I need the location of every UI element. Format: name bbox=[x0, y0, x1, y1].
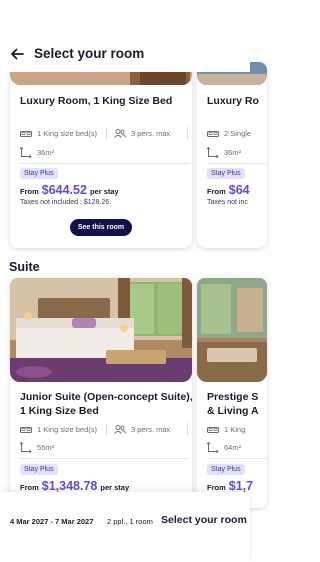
arrow-left-icon[interactable] bbox=[8, 45, 26, 63]
people-icon bbox=[114, 425, 126, 434]
from-label: From bbox=[20, 187, 39, 196]
room-card-luxury-twin[interactable]: Luxury Ro 2 Single 36m² Stay Plus From $… bbox=[197, 62, 267, 248]
bed-icon bbox=[20, 131, 32, 137]
separator bbox=[20, 163, 190, 164]
separator bbox=[207, 163, 267, 164]
room-photo bbox=[10, 278, 192, 382]
room-name: Luxury Room, 1 King Size Bed bbox=[20, 95, 173, 107]
stay-plus-badge: Stay Plus bbox=[207, 168, 245, 179]
room-name-line-2: & Living A bbox=[207, 405, 259, 417]
page-title: Select your room bbox=[34, 46, 145, 61]
room-name: Luxury Ro bbox=[207, 95, 259, 107]
people-icon bbox=[114, 129, 126, 138]
bed-label: 1 King size bed(s) bbox=[37, 425, 98, 434]
bed-label: 1 King bbox=[224, 425, 246, 434]
size-info: 64m² bbox=[207, 442, 241, 453]
room-card-luxury-king[interactable]: Luxury Room, 1 King Size Bed 1 King size… bbox=[10, 62, 192, 248]
bed-info: 1 King size bed(s) bbox=[20, 129, 97, 138]
bed-icon bbox=[20, 427, 32, 433]
size-info: 36m² bbox=[20, 147, 54, 158]
separator bbox=[20, 458, 190, 459]
bed-label: 1 King size bed(s) bbox=[37, 129, 98, 138]
size-label: 36m² bbox=[37, 148, 55, 157]
divider bbox=[106, 423, 107, 435]
taxes-note: Taxes not inc bbox=[207, 199, 248, 206]
price-row: From $64 bbox=[207, 183, 253, 197]
stay-plus-badge: Stay Plus bbox=[207, 464, 245, 475]
select-your-room-button[interactable]: Select your room bbox=[161, 514, 247, 526]
bed-info: 2 Single bbox=[207, 129, 251, 138]
from-label: From bbox=[207, 187, 226, 196]
size-label: 36m² bbox=[224, 148, 242, 157]
from-label: From bbox=[20, 483, 39, 492]
area-icon bbox=[207, 442, 219, 453]
see-this-room-button[interactable]: See this room bbox=[70, 219, 132, 236]
guests-label: 3 pers. max bbox=[131, 425, 171, 434]
section-title-suite: Suite bbox=[9, 260, 40, 274]
price-value: $1,7 bbox=[228, 479, 254, 493]
booking-summary-bar: 4 Mar 2027 - 7 Mar 2027 2 ppl., 1 room S… bbox=[0, 492, 250, 562]
size-label: 64m² bbox=[224, 443, 242, 452]
guests-info: 3 pers. max bbox=[114, 425, 170, 434]
price-row: From $644.52 per stay bbox=[20, 183, 119, 197]
divider bbox=[187, 423, 188, 435]
bed-label: 2 Single bbox=[224, 129, 252, 138]
room-card-prestige-suite[interactable]: Prestige S & Living A 1 King 64m² Stay P… bbox=[197, 278, 267, 508]
guests-rooms[interactable]: 2 ppl., 1 room bbox=[107, 517, 153, 526]
room-name-line-2: 1 King Size Bed bbox=[20, 405, 99, 417]
price-row: From $1,348.78 per stay bbox=[20, 479, 129, 493]
stay-plus-badge: Stay Plus bbox=[20, 464, 58, 475]
stay-plus-badge: Stay Plus bbox=[20, 168, 58, 179]
from-label: From bbox=[207, 483, 226, 492]
area-icon bbox=[20, 442, 32, 453]
size-info: 36m² bbox=[207, 147, 241, 158]
price-value: $644.52 bbox=[41, 183, 87, 197]
room-name-line-1: Prestige S bbox=[207, 391, 259, 403]
bed-icon bbox=[207, 427, 219, 433]
taxes-note: Taxes not included : $128.26. bbox=[20, 199, 112, 206]
room-photo bbox=[197, 278, 267, 382]
area-icon bbox=[20, 147, 32, 158]
bed-icon bbox=[207, 131, 219, 137]
separator bbox=[207, 458, 267, 459]
guests-info: 3 pers. max bbox=[114, 129, 170, 138]
price-row: From $1,7 bbox=[207, 479, 256, 493]
divider bbox=[187, 127, 188, 139]
bed-info: 1 King size bed(s) bbox=[20, 425, 97, 434]
per-stay-label: per stay bbox=[100, 483, 130, 492]
price-value: $64 bbox=[228, 183, 250, 197]
size-label: 55m² bbox=[37, 443, 55, 452]
divider bbox=[106, 127, 107, 139]
bed-info: 1 King bbox=[207, 425, 245, 434]
size-info: 55m² bbox=[20, 442, 54, 453]
area-icon bbox=[207, 147, 219, 158]
per-stay-label: per stay bbox=[89, 187, 119, 196]
top-app-bar: Select your room bbox=[0, 0, 250, 72]
stay-dates[interactable]: 4 Mar 2027 - 7 Mar 2027 bbox=[10, 517, 93, 526]
price-value: $1,348.78 bbox=[41, 479, 98, 493]
guests-label: 3 pers. max bbox=[131, 129, 171, 138]
room-card-junior-suite[interactable]: Junior Suite (Open-concept Suite), 1 Kin… bbox=[10, 278, 192, 508]
room-name-line-1: Junior Suite (Open-concept Suite), bbox=[20, 391, 192, 403]
